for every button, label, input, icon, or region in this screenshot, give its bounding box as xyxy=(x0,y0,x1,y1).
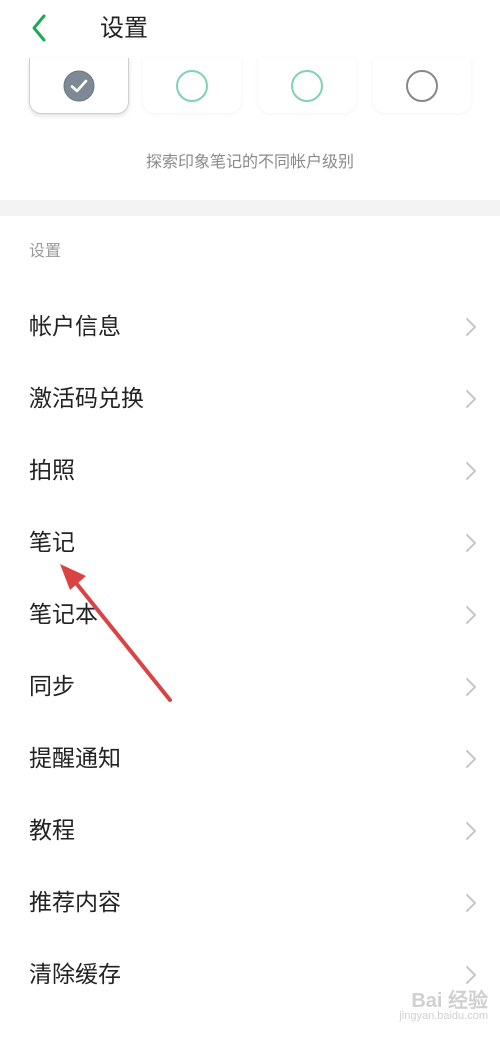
menu-item-label: 笔记本 xyxy=(29,602,98,628)
chevron-right-icon xyxy=(466,822,476,840)
circle-icon xyxy=(406,69,438,102)
section-divider xyxy=(0,200,500,216)
chevron-right-icon xyxy=(466,534,476,552)
menu-item-label: 清除缓存 xyxy=(29,962,121,988)
menu-item-account-info[interactable]: 帐户信息 xyxy=(0,291,500,363)
circle-icon xyxy=(291,69,323,102)
menu-item-label: 同步 xyxy=(29,674,75,700)
chevron-right-icon xyxy=(466,606,476,624)
chevron-left-icon xyxy=(32,14,46,42)
tier-option-standard[interactable] xyxy=(143,58,241,113)
menu-item-camera[interactable]: 拍照 xyxy=(0,435,500,507)
menu-item-label: 激活码兑换 xyxy=(29,386,144,412)
app-header: 设置 xyxy=(0,0,500,58)
baidu-watermark: Bai 经验 jingyan.baidu.com xyxy=(378,984,488,1028)
menu-item-label: 帐户信息 xyxy=(29,314,121,340)
back-button[interactable] xyxy=(22,8,62,48)
chevron-right-icon xyxy=(466,678,476,696)
menu-item-recommended[interactable]: 推荐内容 xyxy=(0,867,500,939)
tier-option-basic[interactable] xyxy=(29,58,129,114)
settings-menu: 帐户信息 激活码兑换 拍照 笔记 笔记本 同步 提醒通知 教程 推荐内容 清除缓… xyxy=(0,291,500,1011)
menu-item-label: 笔记 xyxy=(29,530,75,556)
page-title: 设置 xyxy=(100,14,148,42)
check-circle-icon xyxy=(63,70,95,101)
chevron-right-icon xyxy=(466,390,476,408)
menu-item-reminders[interactable]: 提醒通知 xyxy=(0,723,500,795)
menu-item-sync[interactable]: 同步 xyxy=(0,651,500,723)
watermark-brand: Bai 经验 xyxy=(411,990,488,1012)
menu-item-notebooks[interactable]: 笔记本 xyxy=(0,579,500,651)
menu-item-label: 教程 xyxy=(29,818,75,844)
chevron-right-icon xyxy=(466,750,476,768)
menu-item-tutorial[interactable]: 教程 xyxy=(0,795,500,867)
chevron-right-icon xyxy=(466,318,476,336)
circle-icon xyxy=(176,69,208,102)
menu-item-redeem-code[interactable]: 激活码兑换 xyxy=(0,363,500,435)
menu-item-label: 推荐内容 xyxy=(29,890,121,916)
chevron-right-icon xyxy=(466,966,476,984)
menu-item-label: 提醒通知 xyxy=(29,746,121,772)
settings-section-label: 设置 xyxy=(29,241,62,260)
tier-option-premium[interactable] xyxy=(258,58,356,113)
menu-item-label: 拍照 xyxy=(29,458,75,484)
account-tier-selector xyxy=(0,58,500,120)
chevron-right-icon xyxy=(466,894,476,912)
menu-item-notes[interactable]: 笔记 xyxy=(0,507,500,579)
tier-option-business[interactable] xyxy=(373,58,471,113)
tier-caption: 探索印象笔记的不同帐户级别 xyxy=(145,152,354,171)
chevron-right-icon xyxy=(466,462,476,480)
watermark-url: jingyan.baidu.com xyxy=(399,1010,488,1022)
